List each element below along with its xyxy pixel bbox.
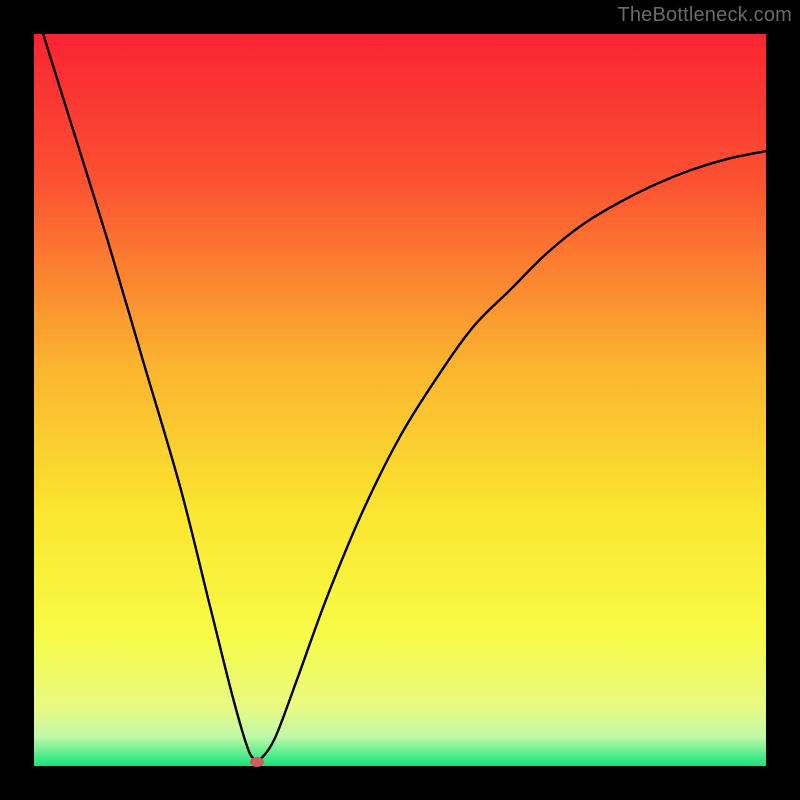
chart-plot-area bbox=[34, 34, 766, 766]
minimum-marker bbox=[250, 757, 264, 767]
chart-frame: TheBottleneck.com bbox=[0, 0, 800, 800]
bottleneck-curve bbox=[34, 34, 766, 766]
attribution-text: TheBottleneck.com bbox=[617, 4, 792, 27]
